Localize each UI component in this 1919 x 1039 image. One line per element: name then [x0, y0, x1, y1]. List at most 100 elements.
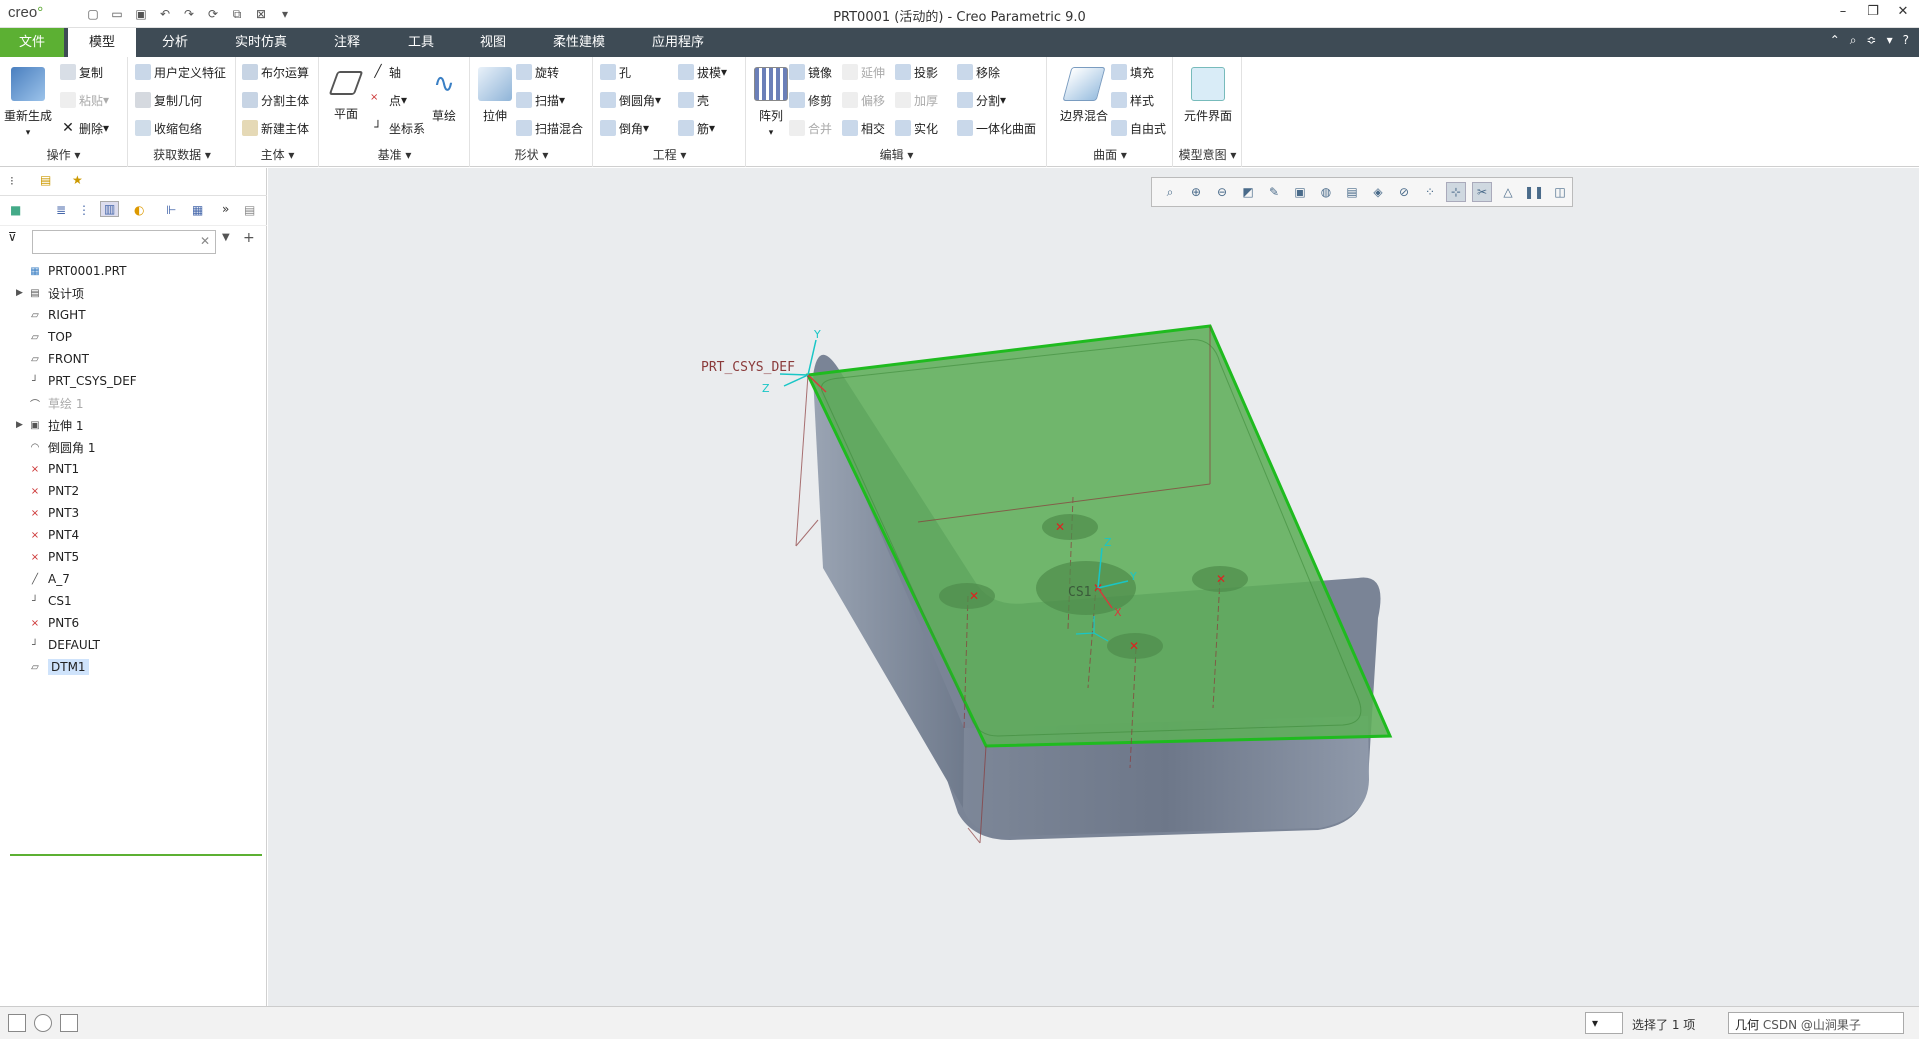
- tree-search-input[interactable]: ✕: [32, 230, 216, 254]
- command-search-icon[interactable]: ⌕: [1850, 33, 1857, 48]
- merge-button[interactable]: 合并: [789, 117, 832, 139]
- tree-item[interactable]: ┘ CS1: [0, 590, 267, 612]
- expand-arrow-icon[interactable]: ▶: [16, 420, 28, 430]
- hole-pnt1[interactable]: [1042, 514, 1098, 540]
- csys-button[interactable]: ┘ 坐标系: [370, 117, 425, 139]
- tree-item[interactable]: ┘ DEFAULT: [0, 634, 267, 656]
- graphics-window[interactable]: ⌕ ⊕ ⊖ ◩ ✎ ▣ ◍ ▤ ◈ ⊘ ⁘ ⊹ ✂ △ ❚❚ ◫ ✕ ✕ ✕ ✕…: [268, 168, 1919, 1006]
- more-icon[interactable]: »: [222, 202, 229, 216]
- remove-button[interactable]: 移除: [957, 61, 1000, 83]
- search-dropdown-icon[interactable]: ▼: [222, 232, 230, 243]
- group-label-editing[interactable]: 编辑 ▾: [747, 146, 1046, 163]
- datum-point-pnt3[interactable]: ✕: [1216, 572, 1226, 586]
- extrude-button[interactable]: 拉伸: [471, 61, 519, 124]
- shrinkwrap-button[interactable]: 收缩包络: [135, 117, 202, 139]
- help-icon[interactable]: ?: [1903, 33, 1909, 48]
- selection-filter-dropdown[interactable]: 几何 CSDN @山涧果子: [1728, 1012, 1904, 1034]
- fill-button[interactable]: 填充: [1111, 61, 1154, 83]
- tree-item[interactable]: × PNT6: [0, 612, 267, 634]
- datum-point-pnt1[interactable]: ✕: [1055, 520, 1065, 534]
- expand-arrow-icon[interactable]: ▶: [16, 288, 28, 298]
- mirror-button[interactable]: 镜像: [789, 61, 832, 83]
- freestyle-button[interactable]: 自由式: [1111, 117, 1166, 139]
- browser-icon[interactable]: [34, 1014, 52, 1032]
- round-button[interactable]: 倒圆角 ▾: [600, 89, 661, 111]
- tree-item[interactable]: × PNT3: [0, 502, 267, 524]
- tab-flexible-modeling[interactable]: 柔性建模: [530, 28, 628, 57]
- sheet-icon[interactable]: ▤: [244, 203, 255, 217]
- save-icon[interactable]: ▣: [132, 5, 150, 23]
- datum-point-pnt4[interactable]: ✕: [1129, 639, 1139, 653]
- new-body-button[interactable]: 新建主体: [242, 117, 309, 139]
- tree-item[interactable]: × PNT5: [0, 546, 267, 568]
- clear-search-icon[interactable]: ✕: [200, 234, 210, 248]
- rib-button[interactable]: 筋 ▾: [678, 117, 715, 139]
- pattern-button[interactable]: 阵列 ▾: [747, 61, 795, 138]
- copy-geometry-button[interactable]: 复制几何: [135, 89, 202, 111]
- style-button[interactable]: 样式: [1111, 89, 1154, 111]
- tree-list-icon[interactable]: ⋮: [78, 203, 90, 217]
- thicken-button[interactable]: 加厚: [895, 89, 938, 111]
- tab-annotate[interactable]: 注释: [312, 28, 382, 57]
- delete-button[interactable]: ✕ 删除 ▾: [60, 117, 109, 139]
- show-icon[interactable]: ■: [10, 203, 21, 217]
- open-icon[interactable]: ▭: [108, 5, 126, 23]
- windows-icon[interactable]: ⧉: [228, 5, 246, 23]
- paste-button[interactable]: 粘贴 ▾: [60, 89, 109, 111]
- tree-item[interactable]: ▦ PRT0001.PRT: [0, 260, 267, 282]
- model-canvas[interactable]: ✕ ✕ ✕ ✕ ✕ Z Y X CS1 Y Z: [268, 168, 1919, 1006]
- udf-button[interactable]: 用户定义特征: [135, 61, 226, 83]
- tree-item[interactable]: ▱ TOP: [0, 326, 267, 348]
- group-label-model-intent[interactable]: 模型意图 ▾: [1174, 146, 1241, 163]
- tree-item[interactable]: ▱ RIGHT: [0, 304, 267, 326]
- tab-applications[interactable]: 应用程序: [630, 28, 726, 57]
- add-icon[interactable]: +: [243, 230, 255, 246]
- solidify-button[interactable]: 实化: [895, 117, 938, 139]
- tree-item[interactable]: ┘ PRT_CSYS_DEF: [0, 370, 267, 392]
- customize-qat-icon[interactable]: ▾: [276, 5, 294, 23]
- undo-icon[interactable]: ↶: [156, 5, 174, 23]
- sketch-button[interactable]: ∿ 草绘: [420, 61, 468, 124]
- copy-button[interactable]: 复制: [60, 61, 103, 83]
- tree-columns-icon[interactable]: ≣: [56, 203, 66, 217]
- tree-item[interactable]: ╱ A_7: [0, 568, 267, 590]
- group-label-get-data[interactable]: 获取数据 ▾: [129, 146, 235, 163]
- group-label-engineering[interactable]: 工程 ▾: [594, 146, 745, 163]
- folder-browser-tab-icon[interactable]: ▤: [40, 173, 51, 187]
- hole-pnt2[interactable]: [939, 583, 995, 609]
- project-button[interactable]: 投影: [895, 61, 938, 83]
- hole-button[interactable]: 孔: [600, 61, 631, 83]
- intersect-button[interactable]: 相交: [842, 117, 885, 139]
- tree-item[interactable]: ▱ DTM1: [0, 656, 267, 678]
- axis-button[interactable]: ╱ 轴: [370, 61, 401, 83]
- tab-file[interactable]: 文件: [0, 28, 64, 57]
- group-label-shapes[interactable]: 形状 ▾: [471, 146, 592, 163]
- tree-settings-icon[interactable]: ⊩: [166, 203, 176, 217]
- boolean-button[interactable]: 布尔运算: [242, 61, 309, 83]
- offset-button[interactable]: 偏移: [842, 89, 885, 111]
- split-body-button[interactable]: 分割主体: [242, 89, 309, 111]
- appearance-icon[interactable]: ≎: [1867, 33, 1877, 48]
- shell-button[interactable]: 壳: [678, 89, 709, 111]
- columns-icon[interactable]: ▦: [192, 203, 203, 217]
- swept-blend-button[interactable]: 扫描混合: [516, 117, 583, 139]
- trim-button[interactable]: 修剪: [789, 89, 832, 111]
- component-interface-button[interactable]: 元件界面: [1178, 61, 1238, 124]
- chamfer-button[interactable]: 倒角 ▾: [600, 117, 649, 139]
- plane-button[interactable]: 平面: [322, 61, 370, 122]
- model-tree-tab-icon[interactable]: ⁝: [10, 174, 14, 188]
- restore-icon[interactable]: ❐: [1865, 4, 1881, 22]
- collapse-ribbon-icon[interactable]: ⌃: [1830, 33, 1840, 48]
- tree-item[interactable]: × PNT2: [0, 480, 267, 502]
- datum-point-pnt2[interactable]: ✕: [969, 589, 979, 603]
- favorites-tab-icon[interactable]: ★: [72, 173, 83, 187]
- insert-here-indicator[interactable]: [10, 854, 262, 856]
- tree-item[interactable]: × PNT4: [0, 524, 267, 546]
- boundary-blend-button[interactable]: 边界混合: [1052, 61, 1116, 124]
- tab-tools[interactable]: 工具: [386, 28, 456, 57]
- split-button[interactable]: 分割 ▾: [957, 89, 1006, 111]
- settings-icon[interactable]: ◐: [134, 203, 144, 217]
- revolve-button[interactable]: 旋转: [516, 61, 559, 83]
- close-icon[interactable]: ✕: [1895, 4, 1911, 22]
- tab-live-simulation[interactable]: 实时仿真: [216, 28, 306, 57]
